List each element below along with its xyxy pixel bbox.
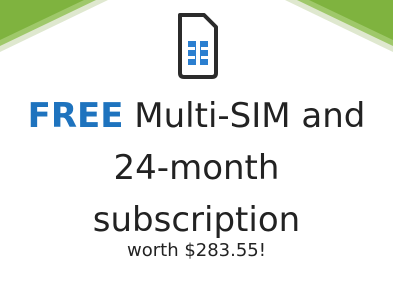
promo-line-2: 24-month <box>113 148 280 188</box>
promo-line-3: subscription <box>92 200 301 240</box>
promo-line-1: FREE Multi-SIM and <box>0 90 393 142</box>
sim-card-icon <box>174 11 222 81</box>
free-label: FREE <box>27 96 124 136</box>
decorative-corner-right <box>285 0 393 52</box>
promo-line-1-rest: Multi-SIM and <box>123 96 366 136</box>
promo-text: FREE Multi-SIM and 24-month subscription… <box>0 90 393 262</box>
promo-value-note: worth $283.55! <box>127 240 266 261</box>
decorative-corner-left <box>0 0 108 52</box>
